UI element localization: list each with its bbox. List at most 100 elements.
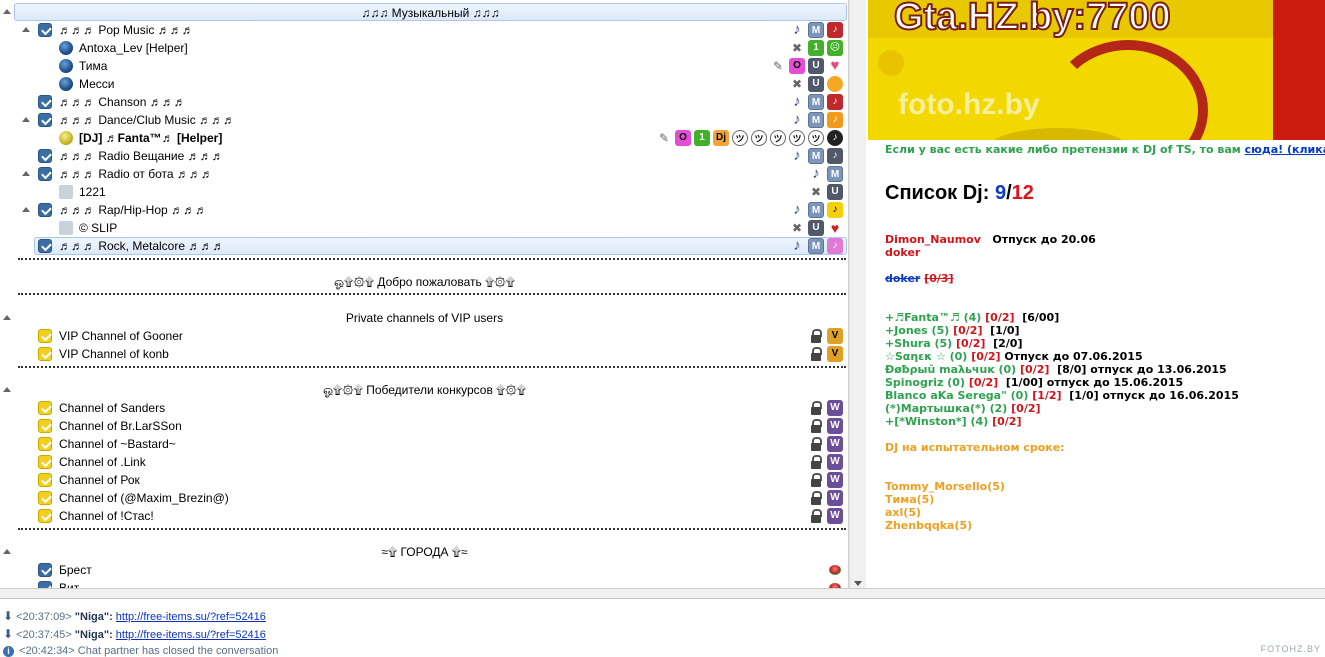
face-icon: ツ <box>808 130 824 146</box>
client-row[interactable]: Месси ✖ U <box>0 75 848 93</box>
mic-icon: ✎ <box>658 131 670 145</box>
channel-icon <box>38 473 52 487</box>
collapse-icon[interactable] <box>22 117 30 122</box>
channel-row[interactable]: ♬♬♬ Dance/Club Music ♬♬♬ ♪ M ♪ <box>0 111 848 129</box>
tree-scrollbar[interactable] <box>849 0 866 588</box>
channel-row[interactable]: VIP Channel of Gooner V <box>0 327 848 345</box>
channel-row[interactable]: ♬♬♬ Radio от бота ♬♬♬ ♪ M <box>0 165 848 183</box>
channel-row[interactable]: ♬♬♬ Radio Вещание ♬♬♬ ♪ M ♪ <box>0 147 848 165</box>
channel-row[interactable]: VIP Channel of konb V <box>0 345 848 363</box>
banner-red-block <box>1273 0 1325 140</box>
channel-label: VIP Channel of Gooner <box>59 329 183 343</box>
mic-muted-icon <box>59 185 73 199</box>
scroll-down-icon[interactable] <box>854 581 862 586</box>
music-note-icon: ♪ <box>793 21 801 38</box>
dj-extra: [1/0] <box>990 324 1020 337</box>
chat-link[interactable]: http://free-items.su/?ref=52416 <box>116 629 266 641</box>
chat-system-text: Chat partner has closed the conversation <box>77 645 279 657</box>
lock-icon <box>808 346 824 362</box>
collapse-icon[interactable] <box>22 171 30 176</box>
section-title: Private channels of VIP users <box>345 311 504 325</box>
channel-row[interactable]: ♬♬♬ Rap/Hip-Hop ♬♬♬ ♪ M ♪ <box>0 201 848 219</box>
collapse-icon[interactable] <box>22 207 30 212</box>
client-name: 1221 <box>79 185 106 199</box>
client-row[interactable]: Antoxa_Lev [Helper] ✖ 1 ☹ <box>0 39 848 57</box>
moderated-icon: M <box>827 166 843 182</box>
smile-icon <box>827 76 843 92</box>
chat-link[interactable]: http://free-items.su/?ref=52416 <box>116 611 266 623</box>
watermark: FOTOHZ.BY <box>1260 644 1321 654</box>
chat-timestamp: <20:37:45> <box>16 629 72 641</box>
client-row[interactable]: © SLIP ✖ U ♥ <box>0 219 848 237</box>
channel-label: Брест <box>59 563 92 577</box>
dj-total: 12 <box>1011 182 1034 204</box>
channel-row[interactable]: Channel of .Link W <box>0 453 848 471</box>
face-badge-icon: ☹ <box>827 40 843 56</box>
panel-splitter[interactable] <box>0 588 1325 598</box>
channel-row[interactable]: Channel of Br.LarSSon W <box>0 417 848 435</box>
dj-entry: +Jones (5) [0/2] [1/0] <box>885 324 1020 337</box>
client-row[interactable]: Тима ✎ O U ♥ <box>0 57 848 75</box>
dj-extra: Отпуск до 07.06.2015 <box>1004 350 1143 363</box>
mic-muted-icon: ✎ <box>772 59 784 73</box>
channel-label: Channel of ~Bastard~ <box>59 437 176 451</box>
collapse-icon[interactable] <box>3 9 11 14</box>
channel-row-selected[interactable]: ♬♬♬ Rock, Metalcore ♬♬♬ ♪ M ♪ <box>0 237 848 255</box>
channel-label: ♬♬♬ Rap/Hip-Hop ♬♬♬ <box>59 203 208 217</box>
root-channel[interactable]: ♫♫♫ Музыкальный ♫♫♫ <box>14 3 847 21</box>
channel-row[interactable]: Channel of !Стас! W <box>0 507 848 525</box>
chat-timestamp: <20:37:09> <box>16 611 72 623</box>
dj-name: +Jones (5) <box>885 324 950 337</box>
devil-icon: ♥ <box>830 220 840 236</box>
spacer-welcome[interactable]: ஓ۩۞۩ Добро пожаловать ۩۞۩ <box>0 273 848 291</box>
dj-name: +♬Fanta™♬ (4) <box>885 311 982 324</box>
client-row[interactable]: 1221 ✖ U <box>0 183 848 201</box>
notice-text: Если у вас есть какие либо претензии к D… <box>885 143 1241 156</box>
chat-nick[interactable]: "Niga": <box>75 629 113 641</box>
section-row[interactable]: ≈۩ ГОРОДА ۩≈ <box>0 543 848 561</box>
dj-extra: [1/00] отпуск до 15.06.2015 <box>1005 376 1184 389</box>
channel-row[interactable]: Channel of Sanders W <box>0 399 848 417</box>
trial-entry: Zhenbqqka(5) <box>885 519 973 532</box>
face-icon: ツ <box>770 130 786 146</box>
group-badge-1: 1 <box>694 130 710 146</box>
collapse-icon[interactable] <box>22 27 30 32</box>
channel-label: Channel of Рок <box>59 473 140 487</box>
user-status-icon <box>59 59 73 73</box>
client-row[interactable]: [DJ] ♬Fanta™♬ [Helper] ✎ O 1 Dj ツ ツ ツ ツ … <box>0 129 848 147</box>
chat-nick[interactable]: "Niga": <box>75 611 113 623</box>
dj-extra: [8/0] отпуск до 13.06.2015 <box>1057 363 1227 376</box>
channel-label: ♬♬♬ Radio Вещание ♬♬♬ <box>59 149 224 163</box>
dj-name: ☆Sαηεκ ☆ (0) <box>885 350 968 363</box>
channel-row[interactable]: ♬♬♬ Pop Music ♬♬♬ ♪ M ♪ <box>0 21 848 39</box>
music-badge-icon: ♪ <box>827 94 843 110</box>
channel-row[interactable]: Channel of ~Bastard~ W <box>0 435 848 453</box>
complaint-link[interactable]: сюда! (кликабельн <box>1245 143 1325 156</box>
channel-tree[interactable]: ♫♫♫ Музыкальный ♫♫♫ ♬♬♬ Pop Music ♬♬♬ ♪ … <box>0 0 849 588</box>
lock-icon <box>808 418 824 434</box>
section-row[interactable]: Private channels of VIP users <box>0 309 848 327</box>
channel-row[interactable]: Channel of Рок W <box>0 471 848 489</box>
dj-entry: +[*Winston*] (4) [0/2] <box>885 415 1021 428</box>
channel-row[interactable]: Channel of (@Maxim_Brezin@) W <box>0 489 848 507</box>
channel-icon <box>38 437 52 451</box>
face-icon: ツ <box>789 130 805 146</box>
trial-entry: axl(5) <box>885 506 921 519</box>
music-note-icon: ♪ <box>793 111 801 128</box>
channel-row[interactable]: Вит... <box>0 579 848 588</box>
spacer-line <box>18 528 846 530</box>
tree-root-row[interactable]: ♫♫♫ Музыкальный ♫♫♫ <box>0 3 848 21</box>
winner-badge: W <box>827 472 843 488</box>
channel-icon <box>38 95 52 109</box>
section-row[interactable]: ஓ۩۞۩ Победители конкурсов ۩۞۩ <box>0 381 848 399</box>
dj-entry: (*)Мартышка(*) (2) [0/2] <box>885 402 1041 415</box>
mic-muted-icon: ✖ <box>791 221 803 235</box>
dj-entry: ☆Sαηεκ ☆ (0) [0/2] Отпуск до 07.06.2015 <box>885 350 1143 363</box>
channel-row[interactable]: Брест <box>0 561 848 579</box>
channel-label: ♬♬♬ Radio от бота ♬♬♬ <box>59 167 213 181</box>
moderated-icon: M <box>808 238 824 254</box>
channel-label: Channel of Br.LarSSon <box>59 419 182 433</box>
channel-label: Channel of (@Maxim_Brezin@) <box>59 491 229 505</box>
channel-row[interactable]: ♬♬♬ Chanson ♬♬♬ ♪ M ♪ <box>0 93 848 111</box>
user-badge: U <box>827 184 843 200</box>
